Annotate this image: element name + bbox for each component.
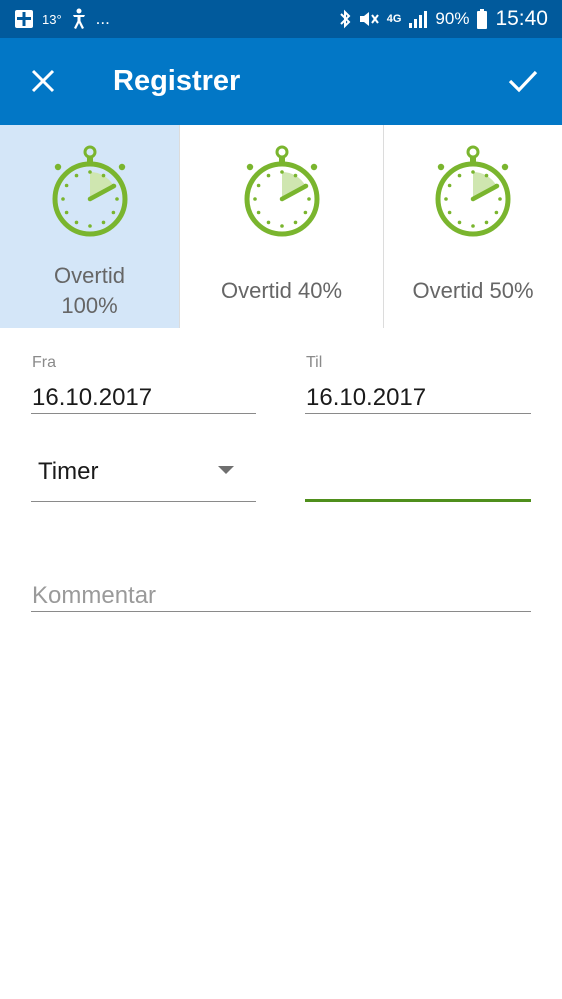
status-bar-right: 4G 90% 15:40 [339, 0, 548, 38]
checkmark-icon [508, 70, 538, 93]
tile-label-line2: 100% [61, 293, 118, 318]
til-date-field[interactable]: 16.10.2017 [305, 380, 531, 416]
dropdown-arrow-icon [218, 466, 234, 474]
more-notifications-text: ... [95, 9, 110, 28]
amount-underline [305, 499, 531, 502]
til-underline [305, 413, 531, 414]
stopwatch-icon [244, 145, 319, 237]
tile-overtid-40[interactable]: Overtid 40% [179, 125, 383, 328]
unit-underline [31, 501, 256, 502]
comment-placeholder: Kommentar [32, 582, 157, 609]
fra-label: Fra [32, 354, 56, 371]
status-bar-left: 13° ... [14, 0, 110, 38]
mute-icon [358, 9, 380, 29]
stopwatch-icon [435, 145, 511, 237]
fra-underline [31, 413, 256, 414]
tile-label-line1: Overtid [54, 263, 125, 288]
accessibility-icon [70, 8, 88, 30]
tile-label: Overtid 50% [412, 278, 534, 303]
status-bar: 13° ... 4G 90% 15:40 [0, 0, 562, 38]
page-title: Registrer [113, 65, 241, 97]
tile-label: Overtid 100% [0, 261, 179, 321]
bluetooth-icon [339, 9, 351, 29]
close-button[interactable] [14, 52, 72, 110]
comment-input[interactable]: Kommentar [31, 576, 531, 612]
fra-date-value: 16.10.2017 [32, 384, 153, 411]
clock-text: 15:40 [495, 7, 548, 30]
temperature-text: 13° [42, 11, 62, 27]
app-bar: Registrer [0, 38, 562, 125]
unit-dropdown-value: Timer [38, 458, 99, 485]
signal-icon [408, 10, 428, 28]
tile-label: Overtid 40% [220, 278, 343, 303]
close-icon [31, 69, 55, 93]
fra-date-field[interactable]: 16.10.2017 [31, 380, 256, 416]
stopwatch-icon [52, 145, 127, 237]
comment-underline [31, 611, 531, 612]
til-date-value: 16.10.2017 [306, 384, 427, 411]
battery-icon [476, 9, 488, 29]
tile-overtid-50[interactable]: Overtid 50% [383, 125, 562, 328]
amount-input[interactable] [305, 456, 531, 500]
battery-percent-text: 90% [435, 9, 470, 28]
category-tiles: Overtid 100% Overtid 40% Overtid 50% [0, 125, 562, 328]
tile-overtid-100[interactable]: Overtid 100% [0, 125, 179, 328]
confirm-button[interactable] [494, 52, 552, 110]
unit-dropdown[interactable]: Timer [31, 447, 256, 503]
network-type-text: 4G [386, 13, 402, 25]
til-label: Til [306, 354, 323, 371]
notification-app-icon [14, 9, 34, 29]
